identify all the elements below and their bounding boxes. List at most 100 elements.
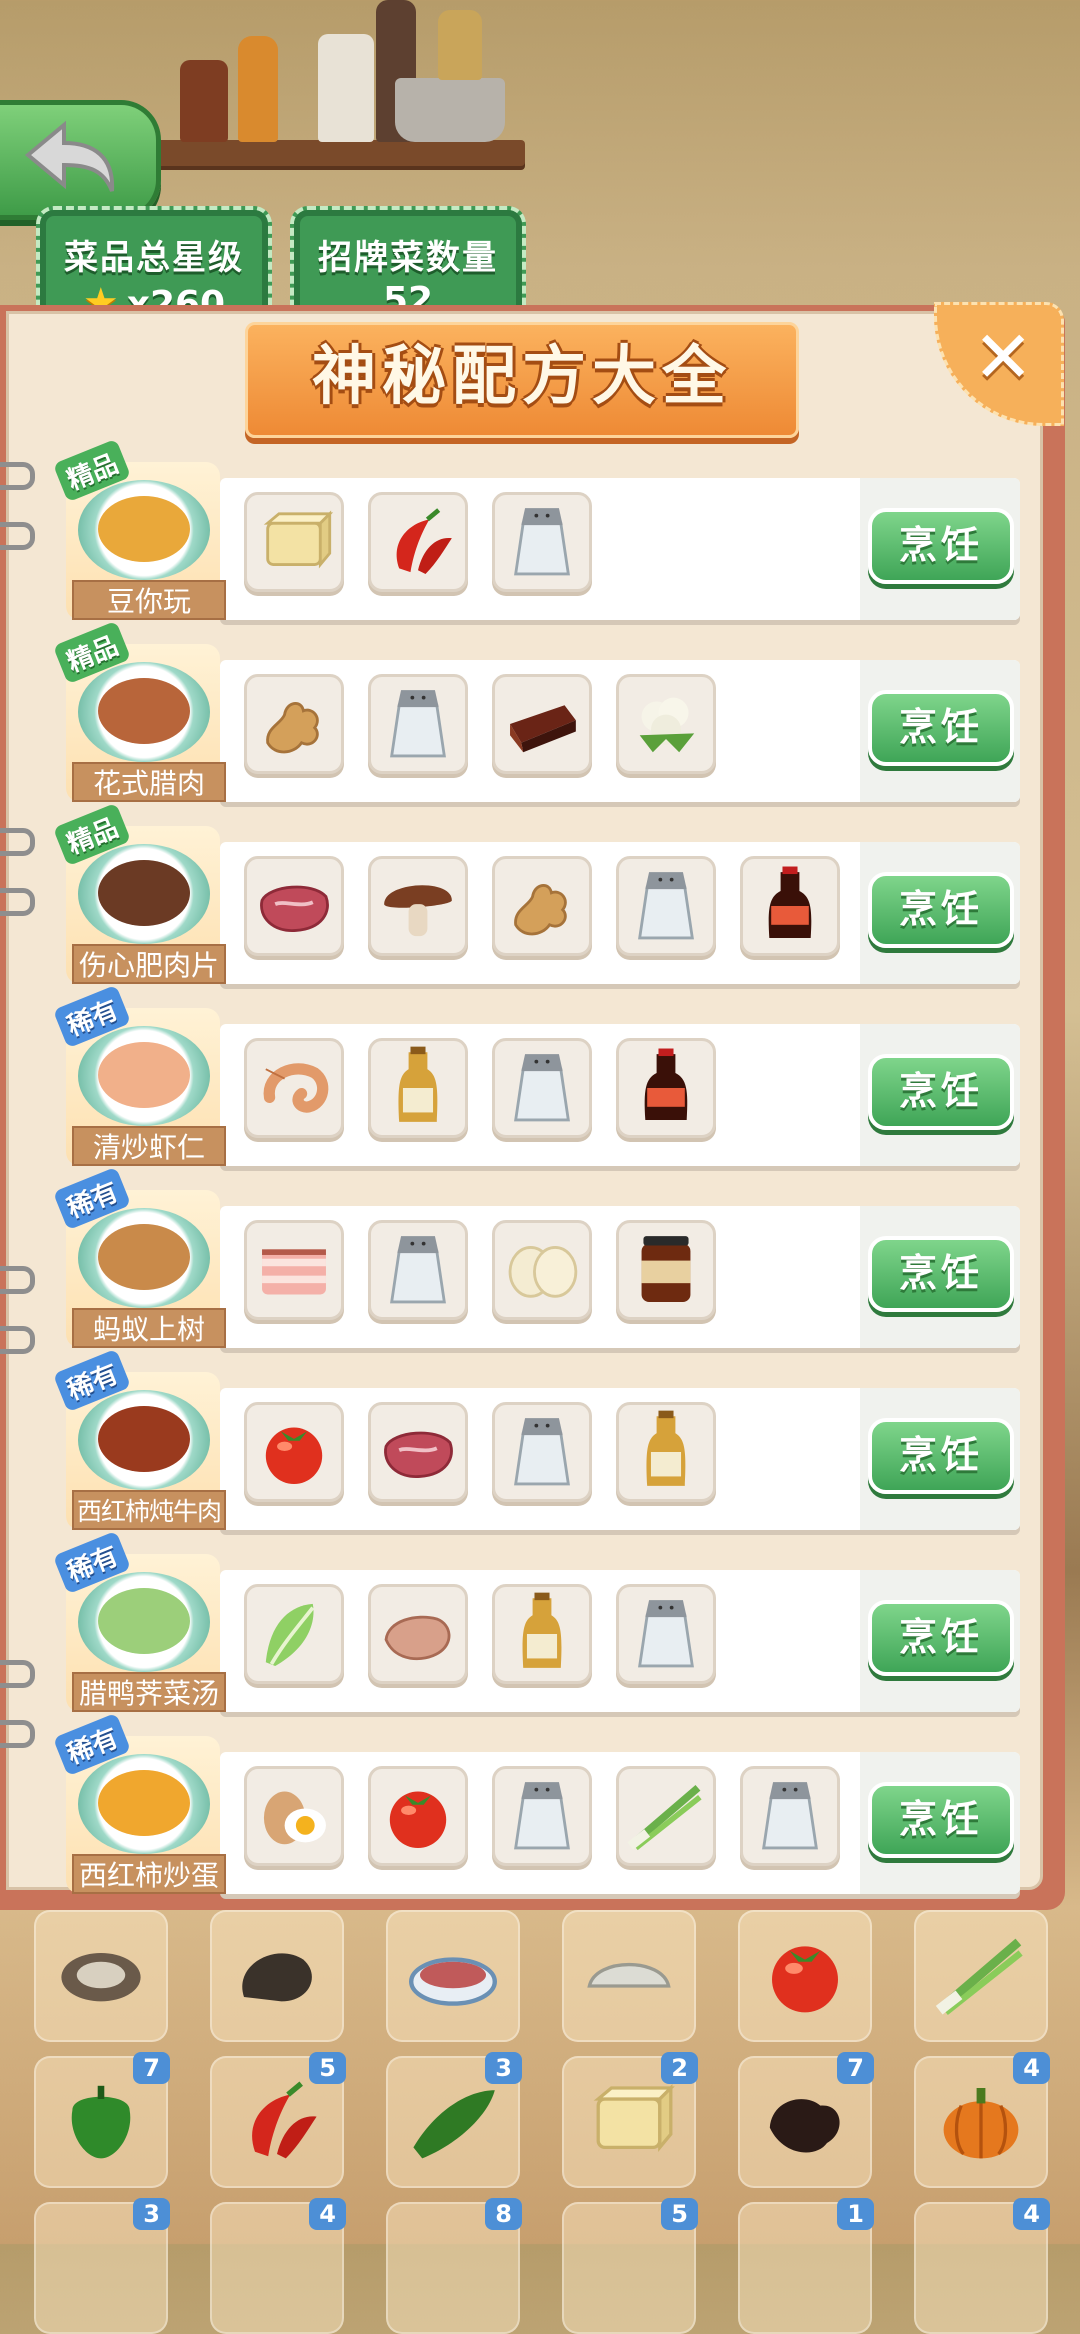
inventory-slot[interactable]: 4	[210, 2198, 346, 2334]
inventory-slot[interactable]	[738, 1910, 872, 2042]
item-count-badge: 1	[837, 2198, 874, 2230]
inventory-slot[interactable]: 8	[386, 2198, 522, 2334]
dish-name: 西红柿炖牛肉	[72, 1490, 226, 1530]
ginger-icon	[247, 677, 341, 771]
snail-icon	[222, 1920, 332, 2030]
back-button[interactable]	[0, 100, 161, 220]
ingredient-slot[interactable]	[244, 1220, 344, 1320]
dish-card[interactable]: 稀有 腊鸭荠菜汤	[52, 1530, 226, 1712]
inventory-slot[interactable]: 5	[210, 2052, 346, 2188]
ingredient-slot[interactable]	[492, 856, 592, 956]
ingredient-slot[interactable]	[492, 492, 592, 592]
pork-belly-icon	[247, 1223, 341, 1317]
inventory-slot[interactable]: 3	[34, 2198, 170, 2334]
ingredient-slot[interactable]	[616, 1220, 716, 1320]
cook-button[interactable]: 烹饪	[868, 872, 1014, 948]
ingredient-slot[interactable]	[368, 1766, 468, 1866]
inventory-slot[interactable]	[210, 1910, 344, 2042]
ingredient-slot[interactable]	[368, 492, 468, 592]
inventory-slot[interactable]: 4	[914, 2198, 1050, 2334]
ingredient-slot[interactable]	[244, 1038, 344, 1138]
inventory-slot[interactable]	[34, 1910, 168, 2042]
ingredient-slot[interactable]	[492, 1220, 592, 1320]
ingredient-slot[interactable]	[244, 1584, 344, 1684]
salt-icon	[371, 1223, 465, 1317]
cook-button[interactable]: 烹饪	[868, 508, 1014, 584]
inventory-slot[interactable]: 7	[738, 2052, 874, 2188]
ingredient-slot[interactable]	[368, 1038, 468, 1138]
salt-icon	[495, 1405, 589, 1499]
dish-card[interactable]: 稀有 西红柿炖牛肉	[52, 1348, 226, 1530]
recipe-row: 稀有 清炒虾仁 烹饪	[52, 984, 1020, 1166]
ingredient-slot[interactable]	[368, 674, 468, 774]
dish-card[interactable]: 精品 花式腊肉	[52, 620, 226, 802]
item-count-badge: 4	[1013, 2198, 1050, 2230]
greens-icon	[247, 1587, 341, 1681]
egg-icon	[247, 1769, 341, 1863]
ingredient-slot[interactable]	[244, 674, 344, 774]
salt-icon	[495, 1769, 589, 1863]
ingredient-slot[interactable]	[492, 1038, 592, 1138]
cook-button[interactable]: 烹饪	[868, 1054, 1014, 1130]
item-count-badge: 7	[133, 2052, 170, 2084]
cook-button[interactable]: 烹饪	[868, 1236, 1014, 1312]
ingredient-slot[interactable]	[368, 1220, 468, 1320]
recipe-row: 稀有 蚂蚁上树 烹饪	[52, 1166, 1020, 1348]
ingredient-slot[interactable]	[244, 1402, 344, 1502]
close-icon: ✕	[973, 315, 1034, 399]
cook-button[interactable]: 烹饪	[868, 690, 1014, 766]
inventory-slot[interactable]: 7	[34, 2052, 170, 2188]
ingredient-slot[interactable]	[740, 1766, 840, 1866]
inventory-slot[interactable]: 3	[386, 2052, 522, 2188]
dish-plate	[78, 1572, 210, 1672]
raw-beef-icon	[247, 859, 341, 953]
dish-plate	[78, 1754, 210, 1854]
inventory-slot[interactable]: 2	[562, 2052, 698, 2188]
dumpling-icon	[574, 1920, 684, 2030]
dish-card[interactable]: 精品 豆你玩	[52, 438, 226, 620]
ingredient-slot[interactable]	[616, 1402, 716, 1502]
ingredient-slot[interactable]	[616, 856, 716, 956]
ingredient-slot[interactable]	[244, 856, 344, 956]
ingredient-slot[interactable]	[740, 856, 840, 956]
ingredient-slot[interactable]	[492, 1402, 592, 1502]
oyster-icon	[46, 1920, 156, 2030]
inventory-slot[interactable]	[386, 1910, 520, 2042]
inventory-slot[interactable]	[562, 1910, 696, 2042]
tomato-icon	[750, 1920, 860, 2030]
ingredient-slot[interactable]	[244, 1766, 344, 1866]
dish-name: 豆你玩	[72, 580, 226, 620]
inventory-slot[interactable]	[914, 1910, 1048, 2042]
cook-button[interactable]: 烹饪	[868, 1418, 1014, 1494]
item-count-badge: 4	[309, 2198, 346, 2230]
ingredient-slot[interactable]	[616, 1038, 716, 1138]
dish-card[interactable]: 稀有 蚂蚁上树	[52, 1166, 226, 1348]
ingredient-slot[interactable]	[492, 674, 592, 774]
recipe-row: 精品 花式腊肉 烹饪	[52, 620, 1020, 802]
cook-button[interactable]: 烹饪	[868, 1782, 1014, 1858]
ingredient-slot[interactable]	[244, 492, 344, 592]
dish-card[interactable]: 稀有 西红柿炒蛋	[52, 1712, 226, 1894]
salt-icon	[619, 1587, 713, 1681]
raw-beef-icon	[371, 1405, 465, 1499]
ingredient-slot[interactable]	[616, 1584, 716, 1684]
ingredient-slot[interactable]	[492, 1584, 592, 1684]
inventory-slot[interactable]: 1	[738, 2198, 874, 2334]
ingredient-slot[interactable]	[368, 1584, 468, 1684]
dish-name: 花式腊肉	[72, 762, 226, 802]
cook-button[interactable]: 烹饪	[868, 1600, 1014, 1676]
recipe-row: 精品 豆你玩 烹饪	[52, 438, 1020, 620]
inventory-slot[interactable]: 4	[914, 2052, 1050, 2188]
dish-card[interactable]: 精品 伤心肥肉片	[52, 802, 226, 984]
dish-name: 伤心肥肉片	[72, 944, 226, 984]
item-count-badge: 4	[1013, 2052, 1050, 2084]
inventory-slot[interactable]: 5	[562, 2198, 698, 2334]
ingredient-slot[interactable]	[616, 1766, 716, 1866]
ingredient-slot[interactable]	[368, 856, 468, 956]
ingredient-slot[interactable]	[492, 1766, 592, 1866]
signature-dish-label: 招牌菜数量	[318, 238, 498, 278]
dish-card[interactable]: 稀有 清炒虾仁	[52, 984, 226, 1166]
soy-sauce-icon	[743, 859, 837, 953]
ingredient-slot[interactable]	[616, 674, 716, 774]
ingredient-slot[interactable]	[368, 1402, 468, 1502]
